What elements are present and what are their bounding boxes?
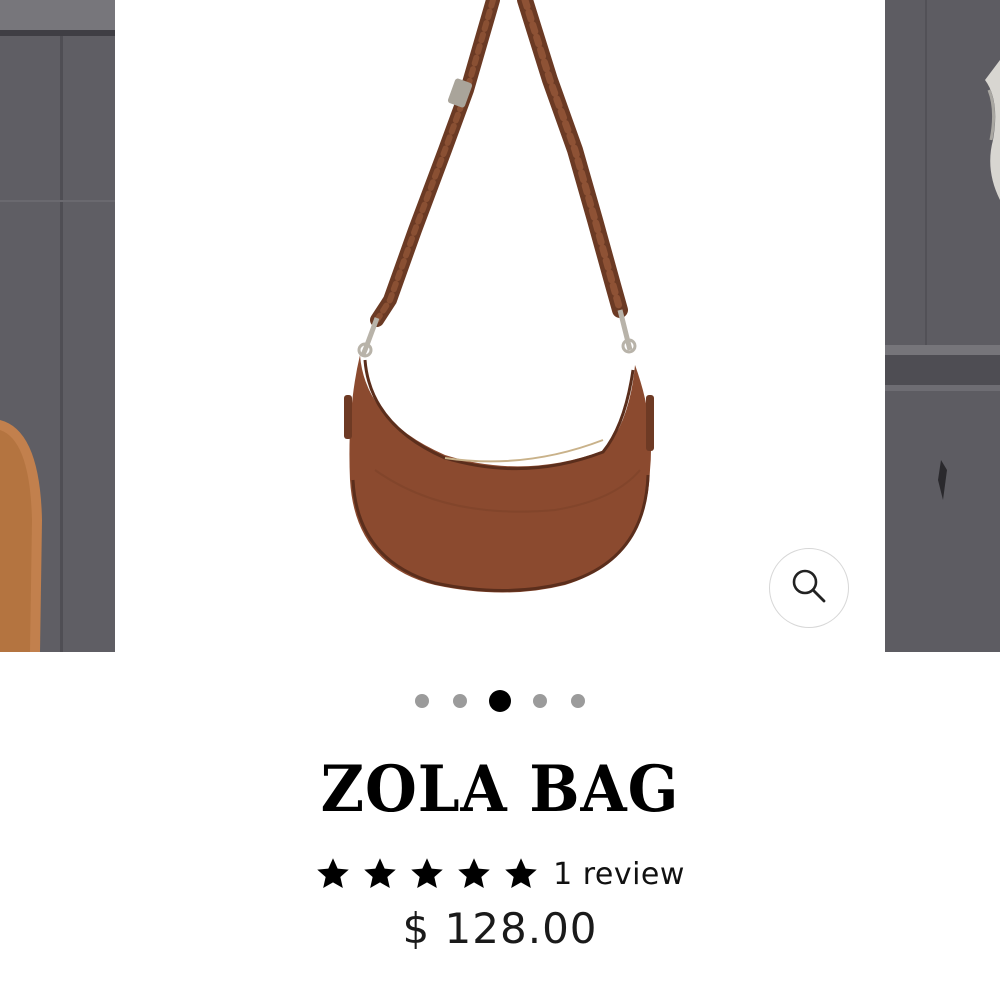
magnifier-icon	[790, 567, 828, 610]
pagination-dot-2[interactable]	[453, 694, 467, 708]
review-count-link[interactable]: 1 review	[553, 857, 685, 892]
product-price: $ 128.00	[402, 904, 598, 953]
star-icon	[505, 858, 537, 889]
pagination-dot-5[interactable]	[571, 694, 585, 708]
product-title: ZOLA BAG	[320, 752, 680, 827]
next-slide-image[interactable]	[885, 0, 1000, 652]
zoom-button[interactable]	[769, 548, 849, 628]
star-rating	[315, 856, 539, 892]
star-icon	[364, 858, 396, 889]
pagination-dot-4[interactable]	[533, 694, 547, 708]
product-rating: 1 review	[0, 852, 1000, 896]
previous-slide-image[interactable]	[0, 0, 115, 652]
product-image-gallery[interactable]	[0, 0, 1000, 652]
gallery-pagination	[0, 690, 1000, 712]
star-icon	[317, 858, 349, 889]
star-icon	[458, 858, 490, 889]
pagination-dot-3-active[interactable]	[489, 690, 511, 712]
main-product-image[interactable]	[115, 0, 885, 652]
star-icon	[411, 858, 443, 889]
pagination-dot-1[interactable]	[415, 694, 429, 708]
